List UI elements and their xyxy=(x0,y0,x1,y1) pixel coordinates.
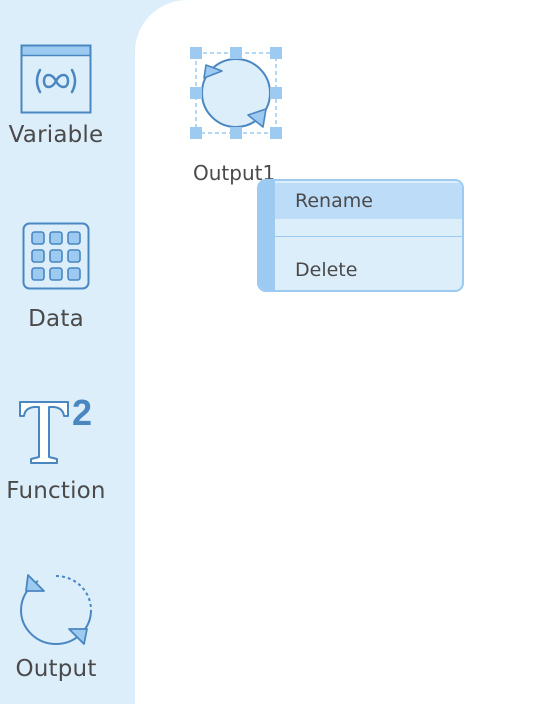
variable-icon xyxy=(20,44,92,114)
selection-frame xyxy=(190,47,282,139)
menu-separator xyxy=(275,236,462,237)
palette-item-label: Function xyxy=(6,478,106,504)
svg-text:2: 2 xyxy=(72,394,92,433)
palette-item-data[interactable]: Data xyxy=(0,222,112,332)
output-node[interactable] xyxy=(188,45,284,141)
resize-handle xyxy=(230,47,242,59)
grid-icon xyxy=(22,222,90,290)
palette-item-output[interactable]: Output xyxy=(0,572,112,682)
menu-item-delete[interactable]: Delete xyxy=(275,255,462,285)
context-menu: Rename Delete xyxy=(257,179,464,292)
resize-handle xyxy=(190,127,202,139)
resize-handle xyxy=(270,127,282,139)
menu-gutter xyxy=(259,181,275,290)
palette-item-label: Data xyxy=(28,306,84,332)
function-icon: 2 xyxy=(19,394,92,464)
palette-item-label: Variable xyxy=(8,122,104,148)
palette-item-function[interactable]: 2 Function xyxy=(0,394,112,504)
app-root: Variable Data 2 Function Output Output1 … xyxy=(0,0,538,704)
resize-handle xyxy=(230,127,242,139)
resize-handle xyxy=(270,87,282,99)
menu-item-rename[interactable]: Rename xyxy=(275,183,462,219)
resize-handle xyxy=(270,47,282,59)
cycle-arrows-icon xyxy=(19,574,92,646)
palette-item-variable[interactable]: Variable xyxy=(0,44,112,148)
resize-handle xyxy=(190,47,202,59)
palette-item-label: Output xyxy=(15,656,97,682)
resize-handle xyxy=(190,87,202,99)
